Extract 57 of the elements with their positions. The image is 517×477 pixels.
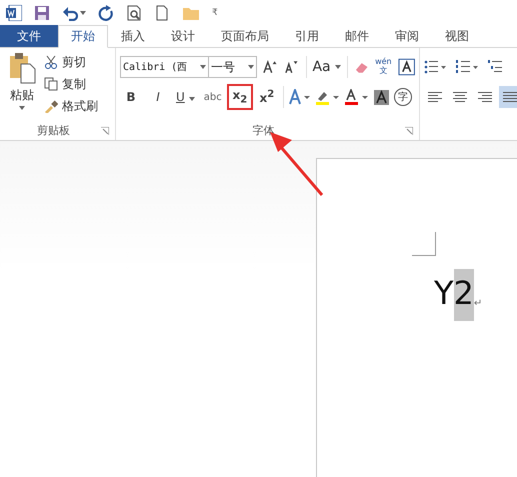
caret-icon [334, 65, 341, 69]
phonetic-guide-button[interactable]: wén 文 [375, 57, 392, 77]
bold-button[interactable]: B [120, 86, 142, 108]
scissors-icon [44, 55, 58, 69]
clipboard-command[interactable]: 剪切 [44, 52, 98, 72]
multilevel-list-icon[interactable] [488, 60, 502, 74]
font-name-field[interactable]: Calibri (西 [120, 56, 210, 78]
caret-icon [188, 97, 195, 101]
font-size-field[interactable]: 一号 [208, 56, 257, 78]
font-color-icon[interactable] [344, 89, 369, 105]
align-justify-icon [503, 91, 517, 103]
caret-icon [19, 106, 25, 110]
margin-corner-mark [412, 232, 436, 256]
text-effects-icon[interactable] [288, 89, 311, 105]
grow-font-icon[interactable] [262, 60, 278, 74]
document-text: 2 [454, 269, 474, 321]
caret-icon [248, 65, 254, 69]
dialog-launcher-icon[interactable] [405, 126, 413, 134]
align-left-icon [428, 91, 442, 103]
numbered-list-icon[interactable] [456, 60, 478, 74]
print-preview-icon[interactable] [126, 4, 142, 20]
align-center-icon [453, 91, 467, 103]
caret-icon [200, 65, 206, 69]
align-button[interactable] [499, 86, 517, 108]
word-logo-icon[interactable] [6, 4, 22, 20]
save-icon[interactable] [34, 4, 50, 20]
redo-icon[interactable] [98, 4, 114, 20]
group-label: 剪贴板 [36, 123, 71, 138]
paste-button[interactable]: 粘贴 [10, 85, 34, 105]
paste-icon[interactable] [8, 52, 36, 84]
ribbon-tab[interactable]: 开始 [58, 25, 108, 48]
strikethrough-button[interactable]: abc [202, 86, 224, 108]
document-text: Y [434, 273, 454, 314]
clipboard-command[interactable]: 复制 [44, 74, 98, 94]
superscript-button[interactable]: x$^{2}$ [256, 86, 278, 108]
paintbrush-icon [44, 99, 58, 113]
clipboard-command[interactable]: 格式刷 [44, 96, 98, 116]
customize-toolbar-button[interactable]: ₹ [212, 2, 218, 22]
subscript-button[interactable]: x$_{2}$ [228, 86, 251, 108]
paragraph-mark: ↵ [474, 298, 482, 309]
dialog-launcher-icon[interactable] [101, 126, 109, 134]
change-case-button[interactable]: Aa [312, 57, 341, 77]
shrink-font-icon[interactable] [284, 60, 300, 74]
caret-icon [80, 10, 86, 14]
character-border-icon[interactable] [398, 58, 415, 76]
underline-button[interactable]: U [174, 86, 197, 108]
copy-icon [44, 77, 58, 91]
highlighter-icon[interactable] [316, 89, 340, 105]
italic-button[interactable]: I [147, 86, 169, 108]
bullet-list-icon[interactable] [424, 60, 446, 74]
enclose-characters-button[interactable]: 字 [394, 88, 412, 106]
undo-icon[interactable] [62, 4, 78, 20]
new-document-icon[interactable] [154, 4, 170, 20]
group-label: 字体 [252, 123, 276, 138]
align-right-icon [478, 91, 492, 103]
character-shading-icon[interactable] [374, 90, 389, 104]
ribbon-tab[interactable]: 文件 [0, 25, 58, 47]
